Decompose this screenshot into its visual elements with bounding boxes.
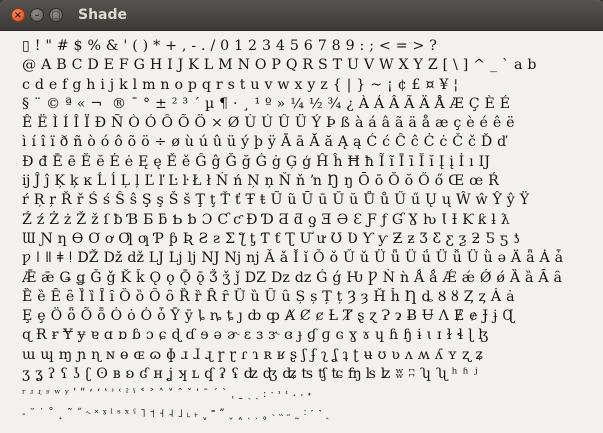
glyph-row: @ A B C D E F G H I J K L M N O P Q R S …	[22, 57, 537, 74]
close-button[interactable]: ×	[11, 8, 25, 22]
glyph-row: ɯ ɰ ɱ ɲ ɳ ɴ ɵ ɶ ɷ ɸ ɹ ɺ ɻ ɼ ɽ ɾ ɿ ʀ ʁ ʂ …	[22, 346, 484, 363]
glyph-row: ŕ Ŗ ŗ Ř ř Ś ś Ŝ ŝ Ş ş Š š Ţ ţ Ť ť Ŧ ŧ Ũ …	[22, 192, 530, 209]
glyph-row: Ǣ ǣ Ǥ ǥ Ǧ ǧ Ǩ ǩ Ǫ ǫ Ǭ ǭ Ǯ ǯ ǰ Ǳ ǲ ǳ Ǵ ǵ …	[22, 269, 563, 286]
glyph-row: ɋ Ɍ ɍ Ɏ ɏ ɐ ɑ ɒ ɓ ɔ ɕ ɖ ɗ ɘ ə ɚ ɛ ɜ ɝ ɞ …	[22, 327, 489, 344]
glyph-row: ʳ ʴ ʵ ʶ ʷ ʸ ʹ ʺ ʻ ʼ ʽ ʾ ʿ ˀ ˁ ˂ ˃ ˄ ˅ ˆ …	[22, 387, 312, 401]
maximize-button[interactable]: □	[49, 8, 63, 22]
glyph-row: ▯ ! " # $ % & ' ( ) * + , - . / 0 1 2 3 …	[22, 38, 438, 54]
title-bar[interactable]: × – □ Shade	[0, 0, 603, 31]
window-title: Shade	[78, 7, 128, 23]
glyph-row: ì í î ï ð ñ ò ó ô õ ö ÷ ø ù ú û ü ý þ ÿ …	[22, 134, 507, 151]
glyph-row: ˗ ˘ ˙ ˚ ˛ ˜ ˝ ˞ ˟ ˠ ˡ ˢ ˣ ˤ ˥ ˦ ˧ ˨ ˩ ˪ …	[22, 406, 330, 420]
glyph-row: ƿ ǀ ǁ ǂ ǃ Ǆ ǅ ǆ Ǉ ǈ ǉ Ǌ ǋ ǌ Ǎ ǎ Ǐ ǐ Ǒ ǒ …	[22, 250, 564, 267]
glyph-row: § ¨ © ª « ¬ ­ ® ¯ ° ± ² ³ ´ µ ¶ · ¸ ¹ º …	[22, 95, 511, 112]
minimize-button[interactable]: –	[30, 8, 44, 22]
glyph-row: c d e f g h i j k l m n o p q r s t u v …	[22, 76, 459, 93]
glyph-canvas: ▯ ! " # $ % & ' ( ) * + , - . / 0 1 2 3 …	[0, 31, 603, 433]
glyph-row: Ɯ Ɲ ƞ Ɵ Ơ ơ Ƣ ƣ Ƥ ƥ Ʀ Ƨ ƨ Ʃ ƪ ƫ Ƭ ƭ Ʈ Ư …	[22, 230, 521, 247]
glyph-grid: ▯ ! " # $ % & ' ( ) * + , - . / 0 1 2 3 …	[22, 37, 582, 423]
glyph-row: Ȅ ȅ Ȇ ȇ Ȉ ȉ Ȋ ȋ Ȍ ȍ Ȏ ȏ Ȑ ȑ Ȓ ȓ Ȕ ȕ Ȗ ȗ …	[22, 288, 515, 305]
glyph-row: ʒ ʓ ʔ ʕ ʖ ʗ ʘ ʙ ʚ ʛ ʜ ʝ ʞ ʟ ʠ ʡ ʢ ʣ ʤ ʥ …	[22, 366, 478, 383]
glyph-row: Đ đ Ē ē Ĕ ĕ Ė ė Ę ę Ě ě Ĝ ĝ Ğ ğ Ġ ġ Ģ ģ …	[22, 153, 491, 170]
glyph-row: ĳ Ĵ ĵ Ķ ķ ĸ Ĺ ĺ Ļ ļ Ľ ľ Ŀ ŀ Ł ł Ń ń Ņ ņ …	[22, 173, 499, 190]
glyph-row: Ź ź Ż ż Ž ž ſ ƀ Ɓ Ƃ ƃ Ƅ ƅ Ɔ Ƈ ƈ Ɖ Ɗ Ƌ ƌ …	[22, 211, 510, 228]
glyph-row: Ê Ë Ì Í Î Ï Ð Ñ Ò Ó Ô Õ Ö × Ø Ù Ú Û Ü Ý …	[22, 115, 515, 132]
glyph-row: Ȩ ȩ Ȫ ȫ Ȭ ȭ Ȯ ȯ Ȱ ȱ Ȳ ȳ ȴ ȵ ȶ ȷ ȸ ȹ Ⱥ Ȼ …	[22, 308, 514, 325]
app-window: × – □ Shade ▯ ! " # $ % & ' ( ) * + , - …	[0, 0, 603, 433]
